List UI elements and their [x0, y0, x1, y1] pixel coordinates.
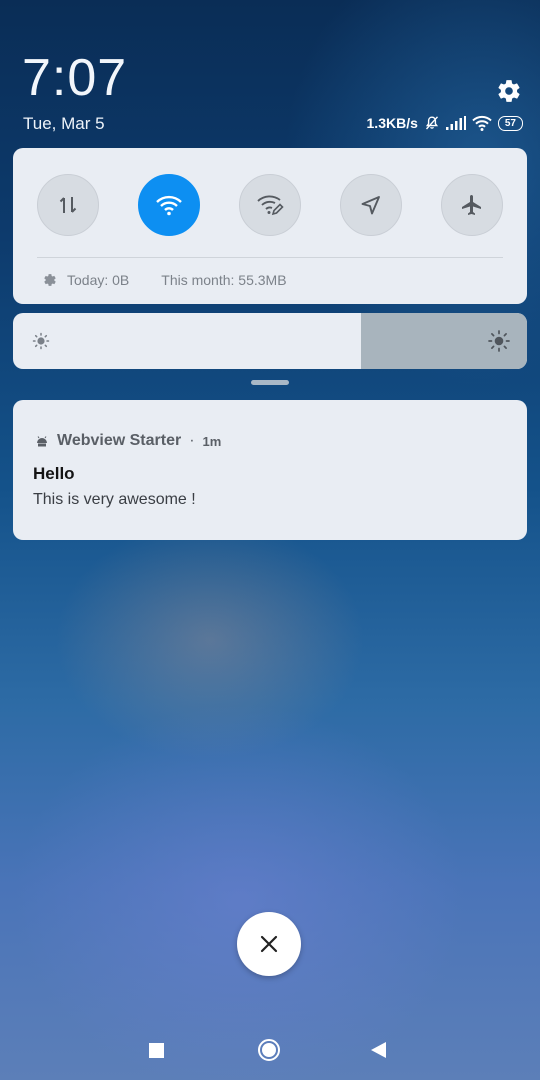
notification-header: Webview Starter · 1m — [35, 432, 221, 450]
hotspot-toggle[interactable] — [239, 174, 301, 236]
usage-month: This month: 55.3MB — [161, 272, 287, 288]
brightness-low-icon — [32, 332, 50, 350]
panel-divider — [37, 257, 503, 258]
data-usage-gear-icon — [44, 274, 56, 286]
back-button[interactable] — [371, 1042, 386, 1058]
quick-settings-panel: Today: 0B This month: 55.3MB — [13, 148, 527, 304]
usage-today: Today: 0B — [67, 272, 130, 288]
status-bar: 1.3KB/s 57 — [367, 113, 523, 133]
notification-title: Hello — [33, 464, 75, 483]
airplane-toggle[interactable] — [441, 174, 503, 236]
airplane-icon — [462, 195, 481, 215]
data-usage: Today: 0B This month: 55.3MB — [43, 272, 287, 288]
separator-dot: · — [189, 432, 195, 449]
notification-time: 1m — [202, 433, 222, 449]
settings-gear-icon[interactable] — [496, 78, 522, 104]
notification-app-name: Webview Starter — [57, 432, 182, 449]
location-toggle[interactable] — [340, 174, 402, 236]
net-speed: 1.3KB/s — [366, 115, 418, 131]
signal-icon — [445, 116, 466, 130]
battery-indicator: 57 — [497, 115, 523, 131]
clear-notifications-button[interactable] — [237, 912, 301, 976]
home-dot — [262, 1043, 276, 1057]
brightness-high-icon — [488, 330, 510, 352]
close-icon — [260, 935, 278, 953]
wifi-edit-icon — [257, 195, 284, 216]
wifi-toggle[interactable] — [138, 174, 200, 236]
notification-card[interactable]: Webview Starter · 1m Hello This is very … — [13, 400, 527, 540]
bell-off-icon — [425, 116, 438, 130]
wifi-icon — [156, 195, 182, 216]
expand-handle[interactable] — [251, 380, 289, 385]
notification-text: This is very awesome ! — [33, 491, 196, 508]
location-arrow-icon — [361, 196, 380, 215]
recents-button[interactable] — [149, 1043, 164, 1058]
android-app-icon — [37, 436, 47, 447]
mobile-data-toggle[interactable] — [37, 174, 99, 236]
wifi-status-icon — [472, 115, 492, 131]
clock: 7:07 — [22, 49, 128, 107]
date: Tue, Mar 5 — [23, 114, 105, 133]
navigation-bar — [0, 1030, 540, 1070]
home-button[interactable] — [258, 1039, 280, 1061]
brightness-slider[interactable] — [13, 313, 527, 369]
data-arrows-icon — [59, 197, 77, 213]
